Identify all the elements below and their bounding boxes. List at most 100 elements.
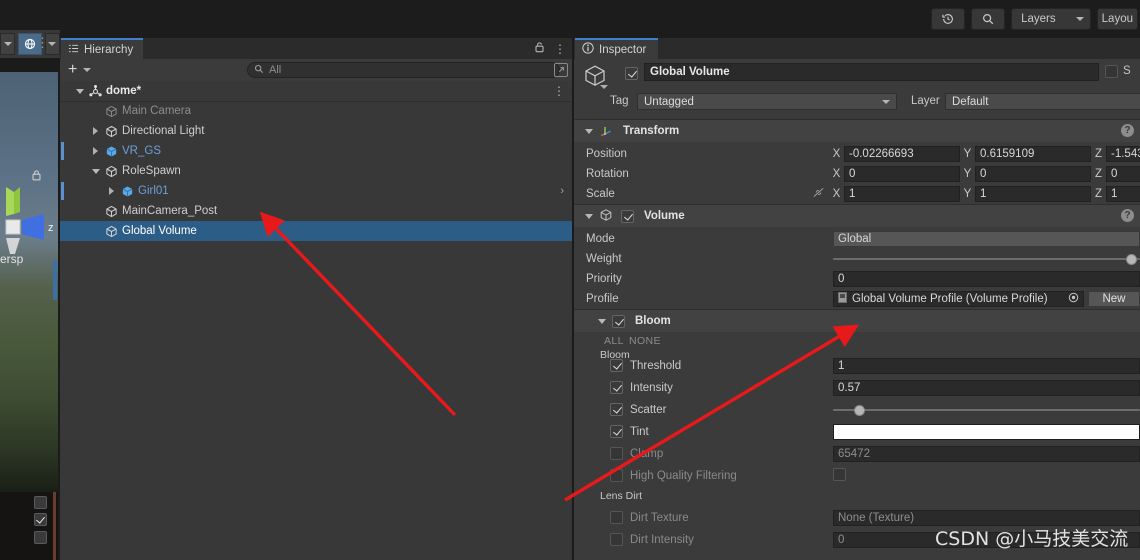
chevron-down-icon[interactable] — [598, 319, 606, 324]
transform-component-header[interactable]: Transform ? — [574, 120, 1140, 142]
scene-orientation-gizmo[interactable]: z — [0, 182, 58, 262]
hierarchy-item-directional-light[interactable]: Directional Light — [60, 121, 572, 141]
chevron-down-icon[interactable] — [90, 166, 101, 177]
scene-blue-edge — [53, 260, 57, 300]
chevron-right-icon[interactable] — [90, 146, 101, 157]
transform-rotation-z[interactable]: 0 — [1106, 166, 1140, 182]
slider-knob[interactable] — [854, 405, 865, 416]
hierarchy-item-vr-gs[interactable]: VR_GS — [60, 141, 572, 161]
hierarchy-icon — [68, 43, 79, 57]
transform-scale-y[interactable]: 1 — [975, 186, 1091, 202]
bloom-header[interactable]: Bloom — [574, 310, 1140, 332]
hierarchy-item-maincamera-post[interactable]: MainCamera_Post — [60, 201, 572, 221]
tint-color-swatch[interactable] — [833, 424, 1140, 440]
hierarchy-search[interactable] — [247, 62, 560, 78]
tool-dropdown-caret[interactable] — [0, 33, 15, 55]
add-gameobject-button[interactable]: + — [68, 63, 77, 77]
volume-weight-slider[interactable] — [833, 251, 1140, 267]
threshold-field[interactable]: 1 — [833, 358, 1140, 374]
transform-position-x[interactable]: -0.02266693 — [844, 146, 960, 162]
chevron-right-icon[interactable]: › — [560, 185, 564, 197]
hierarchy-item-global-volume[interactable]: Global Volume — [60, 221, 572, 241]
chevron-down-icon[interactable] — [585, 214, 593, 219]
volume-title: Volume — [644, 210, 685, 222]
gameobject-name-field[interactable]: Global Volume — [644, 63, 1099, 81]
dirt-texture-override-checkbox[interactable] — [610, 511, 623, 524]
clamp-override-checkbox[interactable] — [610, 447, 623, 460]
layer-value: Default — [952, 96, 988, 108]
history-icon[interactable] — [931, 8, 965, 30]
help-icon[interactable]: ? — [1121, 209, 1134, 222]
chevron-down-icon[interactable] — [74, 86, 85, 97]
volume-profile-field[interactable]: Global Volume Profile (Volume Profile) — [833, 291, 1084, 307]
hierarchy-item-rolespawn[interactable]: RoleSpawn — [60, 161, 572, 181]
chevron-right-icon[interactable] — [106, 186, 117, 197]
object-picker-icon[interactable] — [1068, 292, 1079, 306]
layout-label: Layou — [1102, 13, 1133, 25]
chevron-right-icon[interactable] — [90, 126, 101, 137]
chevron-down-icon[interactable] — [585, 129, 593, 134]
gameobject-enabled-checkbox[interactable] — [625, 67, 638, 80]
tint-override-checkbox[interactable] — [610, 425, 623, 438]
transform-scale-z[interactable]: 1 — [1106, 186, 1140, 202]
search-expand-icon[interactable] — [554, 63, 568, 77]
tag-dropdown[interactable]: Untagged — [637, 93, 897, 110]
bloom-enabled-checkbox[interactable] — [612, 315, 625, 328]
volume-priority-field[interactable]: 0 — [833, 271, 1140, 287]
volume-profile-label: Profile — [586, 293, 619, 305]
lock-icon[interactable] — [31, 169, 42, 181]
high-quality-filtering-toggle[interactable] — [833, 468, 846, 481]
kebab-menu-icon[interactable]: ⋮ — [554, 45, 566, 53]
transform-position-y[interactable]: 0.6159109 — [975, 146, 1091, 162]
layout-dropdown[interactable]: Layou — [1097, 8, 1138, 30]
tab-inspector[interactable]: Inspector — [575, 38, 658, 59]
search-icon[interactable] — [971, 8, 1005, 30]
hierarchy-item-label: RoleSpawn — [122, 165, 181, 177]
chevron-down-icon[interactable] — [83, 68, 91, 72]
transform-scale-x[interactable]: 1 — [844, 186, 960, 202]
volume-priority-row: Priority 0 — [574, 269, 1140, 289]
transform-position-z[interactable]: -1.54381 — [1106, 146, 1140, 162]
clamp-field[interactable]: 65472 — [833, 446, 1140, 462]
scene-checkbox-1[interactable] — [34, 496, 47, 509]
kebab-menu-icon[interactable]: ⋮ — [553, 87, 565, 95]
intensity-override-checkbox[interactable] — [610, 381, 623, 394]
scatter-override-checkbox[interactable] — [610, 403, 623, 416]
volume-component-header[interactable]: Volume ? — [574, 205, 1140, 227]
lock-icon[interactable] — [534, 41, 545, 56]
volume-enabled-checkbox[interactable] — [621, 210, 634, 223]
transform-rotation-x[interactable]: 0 — [844, 166, 960, 182]
layer-dropdown[interactable]: Default — [945, 93, 1140, 110]
hierarchy-tree[interactable]: dome*⋮Main CameraDirectional LightVR_GS R… — [60, 81, 572, 560]
high-quality-filtering-override-checkbox[interactable] — [610, 469, 623, 482]
hierarchy-item-main-camera[interactable]: Main Camera — [60, 101, 572, 121]
scene-red-edge — [53, 492, 56, 560]
static-checkbox[interactable] — [1105, 65, 1118, 78]
bloom-none-button[interactable]: NONE — [629, 335, 661, 347]
new-profile-button[interactable]: New — [1088, 291, 1140, 307]
scatter-slider[interactable] — [833, 402, 1140, 418]
bloom-row-threshold: Threshold 1 — [574, 356, 1140, 376]
hierarchy-item-dome[interactable]: dome*⋮ — [60, 81, 572, 101]
gameobject-icon — [105, 225, 118, 238]
scene-checkbox-2[interactable] — [34, 513, 47, 526]
constrain-proportions-off-icon[interactable] — [812, 186, 825, 202]
info-icon — [582, 42, 594, 57]
hierarchy-item-girl01[interactable]: Girl01› — [60, 181, 572, 201]
help-icon[interactable]: ? — [1121, 124, 1134, 137]
inspector-panel: Inspector Global Volume S — [574, 38, 1140, 560]
scene-kebab-menu-icon[interactable]: ⋮ — [36, 38, 49, 48]
scene-view[interactable]: z ersp es — [0, 72, 58, 560]
hierarchy-search-input[interactable] — [269, 64, 553, 76]
threshold-override-checkbox[interactable] — [610, 359, 623, 372]
scene-checkbox-3[interactable] — [34, 531, 47, 544]
volume-mode-dropdown[interactable]: Global — [833, 231, 1140, 247]
layers-dropdown[interactable]: Layers — [1011, 8, 1091, 30]
dirt-intensity-override-checkbox[interactable] — [610, 533, 623, 546]
transform-rotation-y[interactable]: 0 — [975, 166, 1091, 182]
bloom-all-button[interactable]: ALL — [604, 335, 624, 347]
slider-knob[interactable] — [1126, 254, 1137, 265]
axis-z-label: Z — [1094, 188, 1103, 200]
intensity-field[interactable]: 0.57 — [833, 380, 1140, 396]
tab-hierarchy[interactable]: Hierarchy — [61, 38, 143, 59]
